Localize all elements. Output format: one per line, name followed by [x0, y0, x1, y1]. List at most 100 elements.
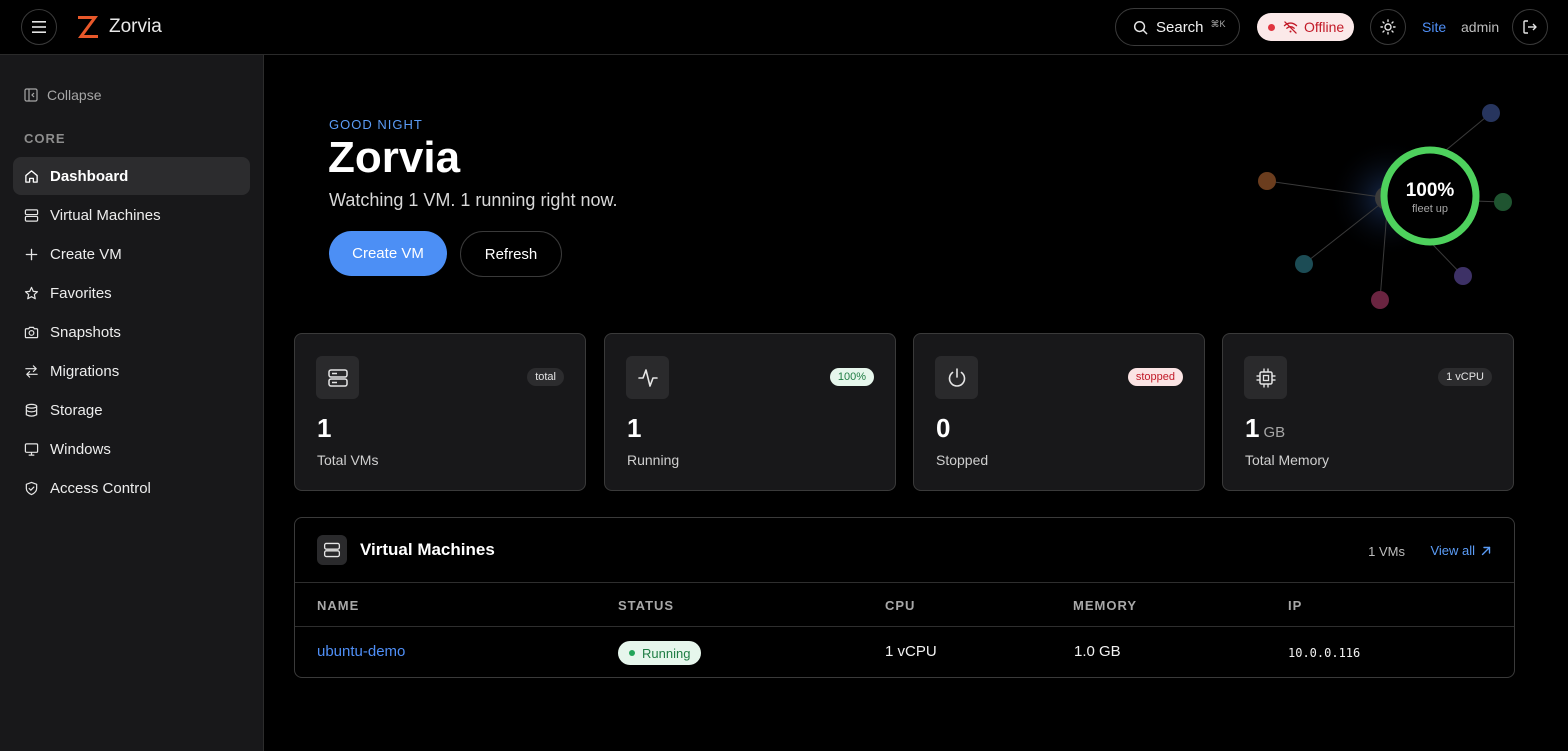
sidebar-item-dashboard[interactable]: Dashboard: [13, 157, 250, 195]
monitor-icon: [24, 442, 39, 456]
divider: [295, 582, 1514, 583]
sidebar-item-favorites[interactable]: Favorites: [13, 274, 250, 312]
sidebar-collapse-icon: [24, 88, 38, 102]
status-text: Running: [642, 645, 691, 661]
connection-status-badge[interactable]: Offline: [1257, 13, 1354, 41]
view-all-link[interactable]: View all: [1430, 543, 1491, 558]
hamburger-icon: [32, 21, 46, 33]
stat-label: Total Memory: [1245, 452, 1330, 468]
stat-label: Total VMs: [317, 452, 379, 468]
collapse-button[interactable]: Collapse: [24, 87, 101, 103]
sidebar-item-label: Dashboard: [50, 167, 129, 185]
node-dot: [1482, 104, 1500, 122]
stat-card-total-vms[interactable]: total 1 Total VMs: [294, 333, 586, 491]
create-vm-button[interactable]: Create VM: [329, 231, 447, 276]
camera-icon: [24, 326, 39, 338]
sidebar-item-label: Storage: [50, 401, 103, 419]
cpu-icon: [1256, 368, 1275, 387]
vm-ip: 10.0.0.116: [1288, 646, 1361, 660]
stat-value: 1 GB: [1245, 413, 1285, 444]
status-dot: [629, 650, 635, 656]
search-button[interactable]: Search ⌘K: [1115, 8, 1240, 46]
stat-card-stopped[interactable]: stopped 0 Stopped: [913, 333, 1205, 491]
stat-value: 1: [627, 413, 641, 444]
logout-button[interactable]: [1512, 9, 1548, 45]
status-text: Offline: [1304, 19, 1345, 35]
site-link[interactable]: Site: [1422, 19, 1446, 35]
stat-number: 1: [627, 413, 642, 443]
column-header-cpu[interactable]: CPU: [885, 598, 915, 613]
power-icon: [948, 367, 965, 387]
search-shortcut: ⌘K: [1210, 18, 1226, 29]
collapse-label: Collapse: [47, 87, 102, 103]
column-header-ip[interactable]: IP: [1288, 598, 1302, 613]
sidebar-item-create-vm[interactable]: Create VM: [13, 235, 250, 273]
sidebar-item-access-control[interactable]: Access Control: [13, 469, 250, 507]
stat-icon-box: [316, 356, 359, 399]
node-dot: [1258, 172, 1276, 190]
vm-cpu: 1 vCPU: [885, 643, 937, 660]
column-header-status[interactable]: STATUS: [618, 598, 674, 613]
stat-number: 1: [317, 413, 332, 443]
logo-icon[interactable]: [76, 14, 100, 40]
stat-number: 1: [1245, 413, 1260, 443]
status-dot: [1268, 23, 1275, 31]
divider: [295, 626, 1514, 627]
arrows-icon: [25, 364, 38, 378]
server-icon: [323, 542, 341, 558]
sidebar-item-snapshots[interactable]: Snapshots: [13, 313, 250, 351]
logout-icon: [1523, 20, 1537, 34]
menu-button[interactable]: [21, 9, 57, 45]
node-dot: [1371, 291, 1389, 309]
sidebar-item-virtual-machines[interactable]: Virtual Machines: [13, 196, 250, 234]
database-icon: [25, 403, 38, 417]
sun-icon: [1380, 19, 1396, 35]
server-icon: [327, 368, 348, 387]
sidebar-item-label: Snapshots: [50, 323, 121, 341]
stat-value: 0: [936, 413, 950, 444]
fleet-status-graph: 100% fleet up: [1258, 104, 1512, 309]
sidebar-item-storage[interactable]: Storage: [13, 391, 250, 429]
sidebar-item-windows[interactable]: Windows: [13, 430, 250, 468]
brand-name[interactable]: Zorvia: [109, 16, 162, 38]
stat-card-running[interactable]: 100% 1 Running: [604, 333, 896, 491]
stat-card-total-memory[interactable]: 1 vCPU 1 GB Total Memory: [1222, 333, 1514, 491]
vm-table-title: Virtual Machines: [360, 540, 495, 559]
top-bar: Zorvia Search ⌘K Offline Site admin: [0, 0, 1568, 55]
sidebar-item-label: Migrations: [50, 362, 120, 380]
search-icon: [1133, 20, 1148, 34]
fleet-label: fleet up: [1412, 203, 1448, 215]
sidebar-item-migrations[interactable]: Migrations: [13, 352, 250, 390]
column-header-name[interactable]: NAME: [317, 598, 359, 613]
vm-table-card: Virtual Machines 1 VMs View all NAME STA…: [294, 517, 1515, 678]
sidebar-section-label: CORE: [24, 131, 66, 146]
plus-icon: [25, 248, 38, 260]
theme-toggle-button[interactable]: [1370, 9, 1406, 45]
stat-badge: 100%: [829, 368, 874, 386]
vm-count: 1 VMs: [1368, 544, 1405, 559]
sidebar-item-label: Virtual Machines: [50, 206, 161, 224]
stat-icon-box: [935, 356, 978, 399]
stat-label: Running: [627, 452, 680, 468]
greeting-label: GOOD NIGHT: [329, 117, 423, 132]
sidebar-item-label: Favorites: [50, 284, 112, 302]
vm-name-link[interactable]: ubuntu-demo: [317, 643, 405, 660]
stat-badge: stopped: [1127, 368, 1183, 386]
sidebar-item-label: Windows: [50, 440, 111, 458]
stat-badge: total: [527, 368, 564, 386]
vm-memory: 1.0 GB: [1074, 643, 1121, 660]
arrow-up-right-icon: [1481, 546, 1491, 555]
search-label: Search: [1156, 18, 1204, 36]
username-label: admin: [1461, 19, 1500, 35]
refresh-button[interactable]: Refresh: [460, 231, 562, 277]
sidebar-item-label: Create VM: [50, 245, 122, 263]
activity-icon: [637, 368, 658, 387]
sidebar: Collapse CORE Dashboard Virtual Machines…: [0, 55, 264, 751]
stat-value: 1: [317, 413, 331, 444]
stat-label: Stopped: [936, 452, 989, 468]
column-header-memory[interactable]: MEMORY: [1073, 598, 1137, 613]
status-badge: Running: [618, 641, 702, 665]
server-icon: [24, 208, 39, 222]
stat-unit: GB: [1263, 424, 1286, 441]
fleet-percent: 100%: [1406, 180, 1455, 201]
